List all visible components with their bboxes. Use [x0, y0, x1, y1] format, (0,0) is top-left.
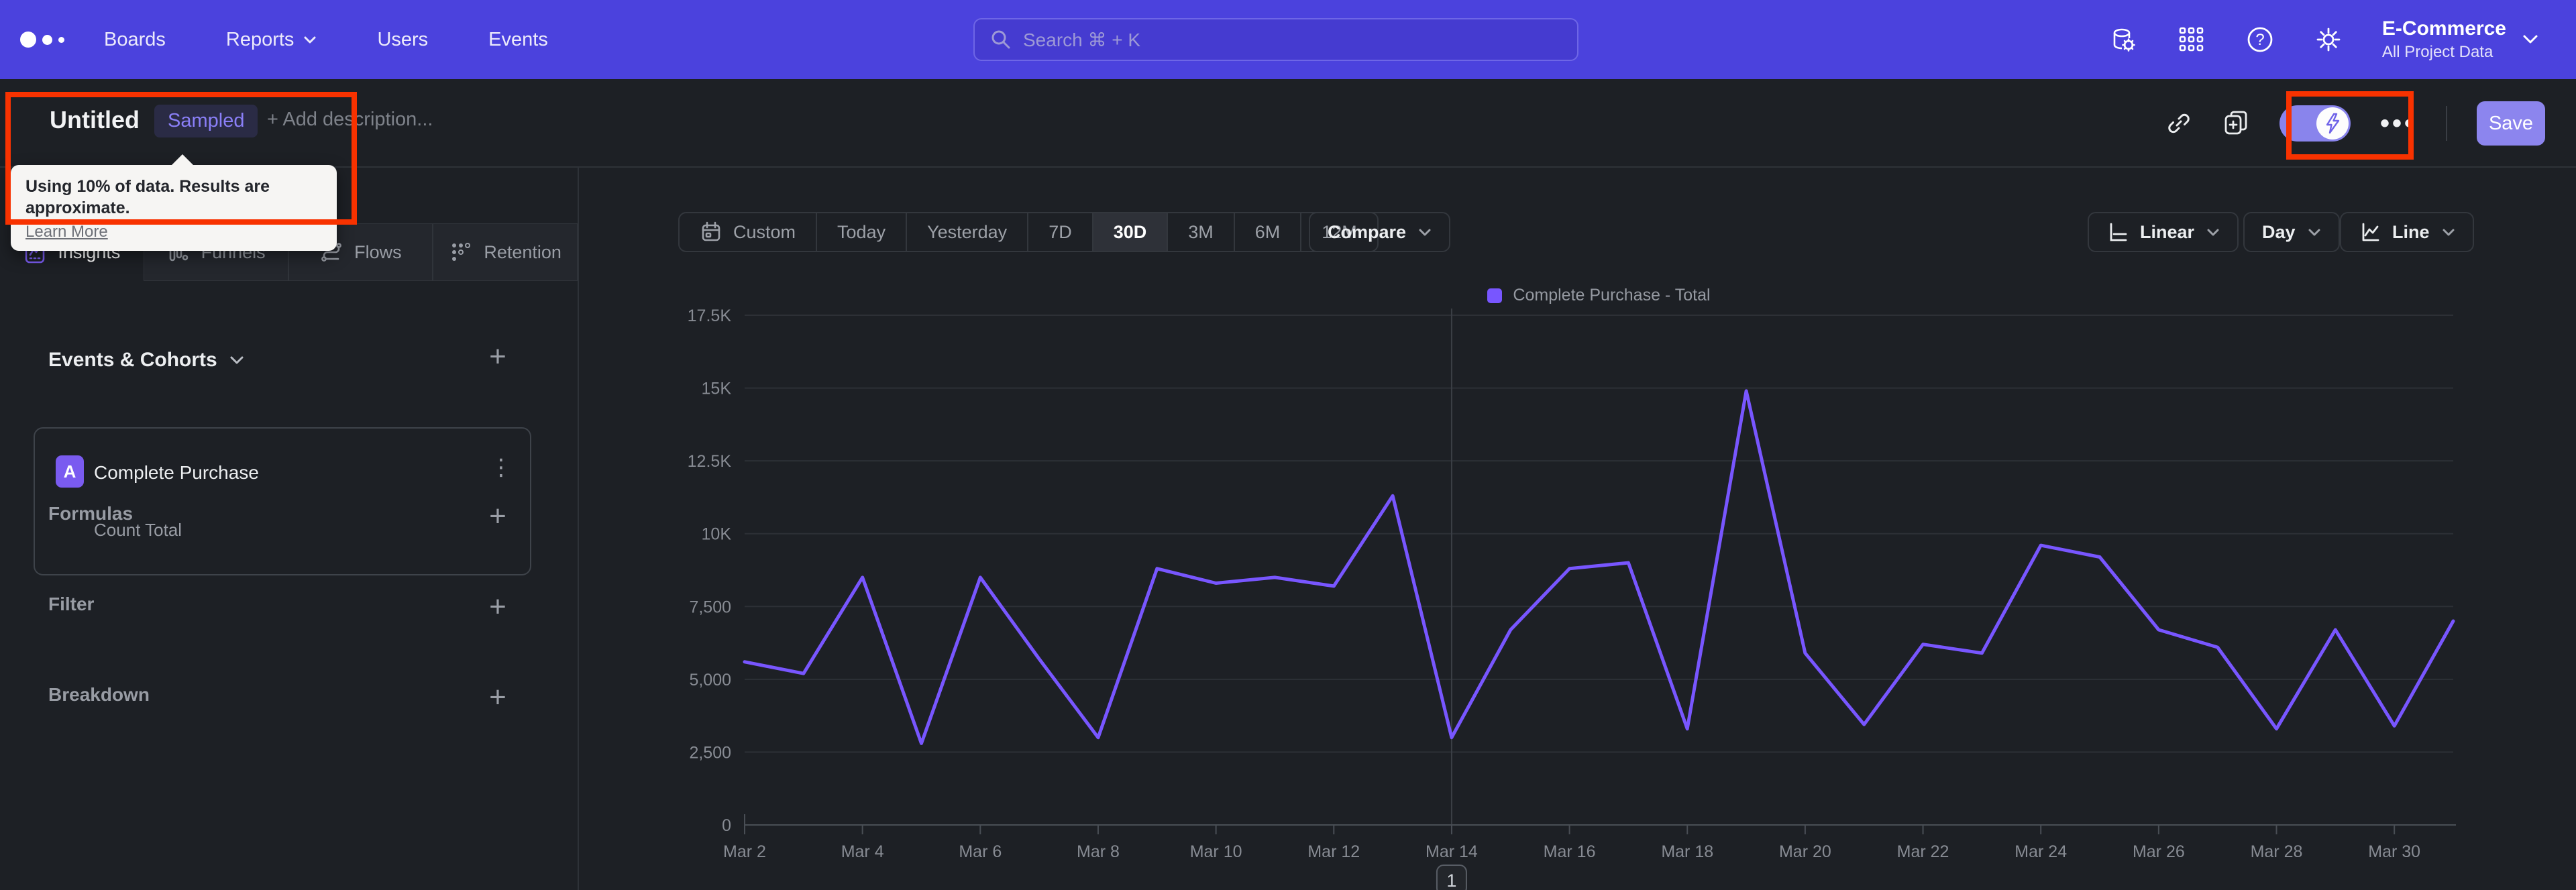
help-icon[interactable]: ? [2245, 25, 2275, 54]
nav-link-users[interactable]: Users [377, 29, 428, 51]
mixpanel-logo[interactable] [20, 0, 64, 79]
section-label: Filter [48, 594, 95, 614]
lightning-icon [2326, 113, 2340, 134]
nav-link-label: Boards [104, 28, 166, 50]
sidebar-section-formulas: Formulas + [0, 496, 578, 537]
retention-icon [452, 243, 471, 261]
x-axis-tick-label: Mar 14 [1426, 842, 1478, 861]
chevron-down-icon [2523, 35, 2538, 44]
report-title[interactable]: Untitled [50, 106, 140, 134]
report-header-bar: Untitled Sampled + Add description... ••… [0, 79, 2576, 168]
x-axis-tick-label: Mar 2 [723, 842, 766, 861]
x-axis-tick-label: Mar 4 [841, 842, 884, 861]
nav-link-label: Reports [225, 28, 294, 50]
events-cohorts-header[interactable]: Events & Cohorts [48, 349, 244, 372]
add-to-board-icon[interactable] [2222, 109, 2250, 137]
data-management-icon[interactable] [2108, 25, 2138, 54]
x-axis-tick-label: Mar 20 [1779, 842, 1831, 861]
x-axis-tick-label: Mar 26 [2133, 842, 2185, 861]
y-axis-tick-label: 17.5K [688, 307, 732, 325]
tab-retention[interactable]: Retention [433, 223, 578, 281]
sampled-badge[interactable]: Sampled [154, 105, 258, 137]
apps-grid-icon[interactable] [2177, 25, 2206, 54]
x-axis-tick-label: Mar 12 [1307, 842, 1360, 861]
project-switcher[interactable]: E-Commerce All Project Data [2382, 17, 2538, 62]
copy-link-icon[interactable] [2165, 110, 2192, 137]
tooltip-text: Using 10% of data. Results are approxima… [25, 177, 270, 217]
nav-link-events[interactable]: Events [488, 29, 548, 51]
project-scope: All Project Data [2381, 43, 2493, 61]
add-filter-button[interactable]: + [482, 590, 514, 623]
add-description-button[interactable]: + Add description... [267, 109, 433, 131]
y-axis-tick-label: 12.5K [688, 452, 732, 471]
sampling-tooltip: Using 10% of data. Results are approxima… [11, 154, 337, 251]
settings-gear-icon[interactable] [2314, 25, 2343, 54]
more-options-button[interactable]: ••• [2380, 109, 2416, 139]
search-input[interactable]: Search ⌘ + K [973, 18, 1578, 61]
y-axis-tick-label: 15K [702, 380, 732, 398]
project-name: E-Commerce [2381, 17, 2506, 40]
report-header-actions: ••• Save [2165, 79, 2545, 168]
event-letter-badge: A [56, 455, 84, 488]
search-icon [991, 30, 1010, 49]
svg-text:?: ? [2255, 31, 2264, 49]
nav-link-label: Events [488, 28, 548, 50]
x-axis-tick-label: Mar 24 [2015, 842, 2067, 861]
chevron-down-icon [304, 36, 316, 43]
annotation-chip-label: 1 [1446, 871, 1456, 890]
sampling-toggle-knob [2316, 107, 2349, 140]
nav-link-label: Users [377, 28, 429, 50]
section-label: Breakdown [48, 684, 150, 705]
y-axis-tick-label: 5,000 [689, 671, 731, 689]
x-axis-tick-label: Mar 6 [959, 842, 1002, 861]
y-axis-tick-label: 2,500 [689, 743, 731, 762]
event-name[interactable]: Complete Purchase [94, 462, 259, 484]
tab-label: Retention [484, 241, 561, 262]
divider [2446, 106, 2447, 141]
y-axis-tick-label: 0 [722, 816, 731, 835]
x-axis-tick-label: Mar 18 [1661, 842, 1713, 861]
tab-label: Flows [354, 241, 402, 262]
query-builder-sidebar: Insights Funnels Flows Retention Events & C… [0, 168, 579, 890]
add-formulas-button[interactable]: + [482, 500, 514, 533]
add-event-button[interactable]: + [482, 340, 514, 373]
y-axis-tick-label: 7,500 [689, 598, 731, 616]
nav-links: Boards Reports Users Events [104, 0, 548, 79]
x-axis-tick-label: Mar 28 [2251, 842, 2303, 861]
learn-more-link[interactable]: Learn More [25, 223, 108, 241]
nav-link-boards[interactable]: Boards [104, 29, 166, 51]
x-axis-tick-label: Mar 22 [1897, 842, 1949, 861]
chart-panel: Custom Today Yesterday 7D 30D 3M 6M 12M Compare… [580, 168, 2576, 890]
search-placeholder: Search ⌘ + K [1023, 29, 1141, 50]
sampling-toggle[interactable] [2279, 105, 2351, 142]
line-chart[interactable]: 0 2,500 5,000 7,500 10K 12.5K 15K 17.5K Mar 2 Mar… [580, 168, 2576, 890]
nav-link-reports[interactable]: Reports [226, 29, 317, 51]
x-axis-tick-label: Mar 8 [1077, 842, 1120, 861]
series-line[interactable] [743, 389, 2455, 745]
save-button[interactable]: Save [2477, 101, 2545, 146]
kebab-menu-icon[interactable]: ⋮ [490, 454, 513, 481]
y-axis-tick-label: 10K [702, 525, 732, 544]
events-cohorts-title: Events & Cohorts [48, 349, 217, 371]
add-breakdown-button[interactable]: + [482, 681, 514, 714]
x-axis-tick-label: Mar 16 [1544, 842, 1596, 861]
top-nav-bar: Boards Reports Users Events Search ⌘ + K [0, 0, 2576, 79]
x-axis-tick-label: Mar 10 [1190, 842, 1242, 861]
sidebar-section-breakdown: Breakdown + [0, 677, 578, 718]
chevron-down-icon [230, 356, 244, 364]
x-axis-tick-label: Mar 30 [2368, 842, 2420, 861]
sidebar-section-filter: Filter + [0, 587, 578, 627]
nav-right-icons: ? E-Commerce All Project Data [2108, 0, 2576, 79]
section-label: Formulas [48, 503, 133, 524]
